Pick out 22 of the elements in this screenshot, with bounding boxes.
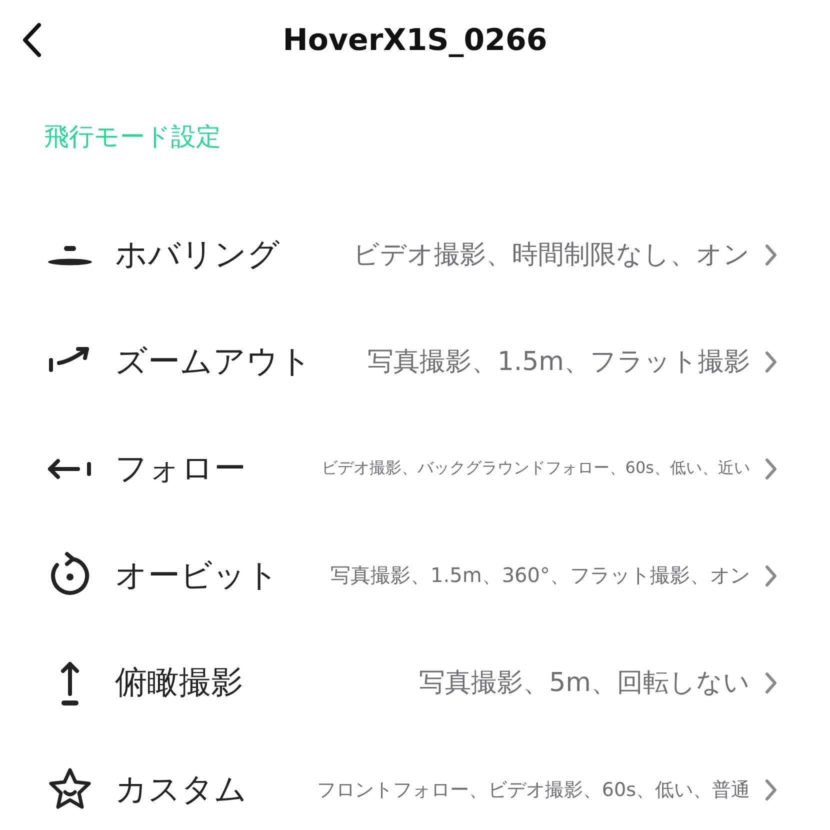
- mode-settings: ビデオ撮影、時間制限なし、オン: [352, 239, 750, 272]
- hover-icon: [45, 244, 95, 266]
- mode-settings: ビデオ撮影、バックグラウンドフォロー、60s、低い、近い: [320, 458, 750, 479]
- screen-title: HoverX1S_0266: [282, 22, 548, 58]
- mode-name[interactable]: オービット: [115, 554, 279, 598]
- mode-name[interactable]: ズームアウト: [115, 340, 312, 384]
- mode-name[interactable]: カスタム: [115, 768, 247, 812]
- mode-name[interactable]: フォロー: [115, 446, 246, 490]
- chevron-icon[interactable]: [764, 564, 778, 588]
- section-title: 飛行モード設定: [43, 121, 222, 153]
- mode-name[interactable]: ホバリング: [115, 232, 280, 276]
- mode-settings: 写真撮影、1.5m、360°、フラット撮影、オン: [330, 562, 750, 589]
- mode-settings: 写真撮影、1.5m、フラット撮影: [366, 346, 750, 379]
- mode-settings: 写真撮影、5m、回転しない: [418, 667, 750, 700]
- chevron-icon[interactable]: [764, 242, 778, 266]
- mode-name[interactable]: 俯瞰撮影: [115, 660, 243, 704]
- back-icon[interactable]: [22, 22, 42, 58]
- chevron-icon[interactable]: [764, 350, 778, 374]
- chevron-icon[interactable]: [764, 670, 778, 694]
- mode-settings: フロントフォロー、ビデオ撮影、60s、低い、普通: [316, 778, 750, 802]
- chevron-icon[interactable]: [764, 456, 778, 480]
- chevron-icon[interactable]: [764, 778, 778, 802]
